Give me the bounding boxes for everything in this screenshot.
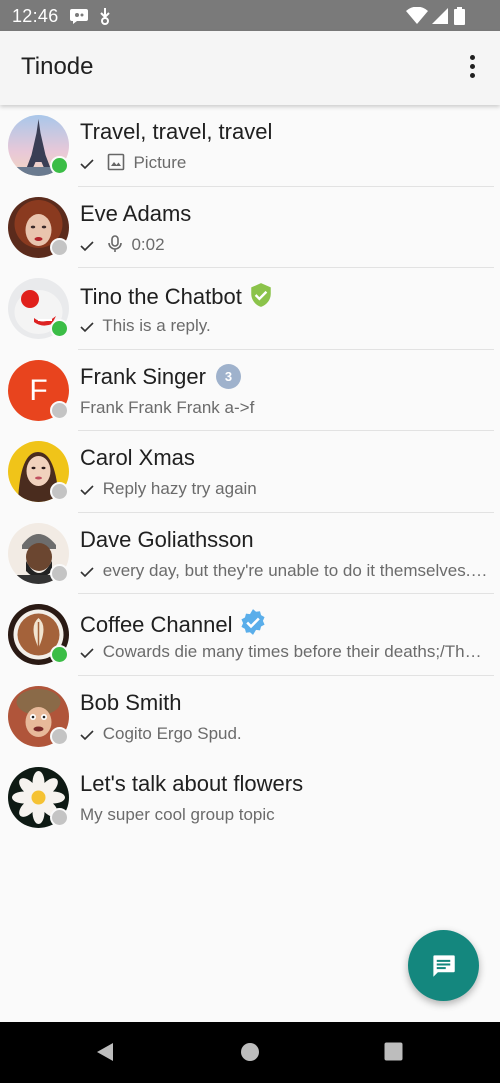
more-vert-icon[interactable] xyxy=(462,53,482,83)
wifi-icon xyxy=(406,6,428,30)
signal-icon xyxy=(431,7,449,30)
new-message-button[interactable] xyxy=(408,930,479,1001)
new-message-icon xyxy=(433,955,455,977)
chat-name-text: Coffee Channel xyxy=(80,612,233,637)
chat-preview: My super cool group topic xyxy=(80,805,488,825)
battery-icon xyxy=(454,7,465,30)
back-icon[interactable] xyxy=(95,1042,115,1067)
unread-count-badge: 3 xyxy=(215,363,241,389)
chat-name-text: Tino the Chatbot xyxy=(80,284,242,309)
chat-row-coffee-channel[interactable]: Coffee Channel Cowards die many times be… xyxy=(0,594,500,676)
chat-row-eve-adams[interactable]: Eve Adams 0:02 xyxy=(0,187,500,268)
status-time: 12:46 xyxy=(12,6,59,26)
chat-row-frank-singer[interactable]: F Frank Singer 3 Frank Frank Frank a->f xyxy=(0,350,500,431)
chat-preview: Frank Frank Frank a->f xyxy=(80,398,488,418)
chat-preview: 0:02 xyxy=(80,235,488,258)
app-title: Tinode xyxy=(21,53,94,80)
presence-online-dot xyxy=(50,319,69,338)
preview-text: Cowards die many times before their deat… xyxy=(102,642,488,661)
preview-text: every day, but they're unable to do it t… xyxy=(102,560,488,580)
preview-text: My super cool group topic xyxy=(80,805,275,824)
presence-offline-dot xyxy=(50,482,69,501)
chat-row-dave-goliathsson[interactable]: Dave Goliathsson every day, but they're … xyxy=(0,513,500,594)
chat-name: Bob Smith xyxy=(80,689,182,715)
chat-preview: Cowards die many times before their deat… xyxy=(80,642,488,665)
preview-text: Reply hazy try again xyxy=(102,479,257,498)
presence-offline-dot xyxy=(50,726,69,746)
chat-name: Coffee Channel xyxy=(80,608,267,642)
app-bar: Tinode xyxy=(0,31,500,105)
chat-name-text: Frank Singer xyxy=(80,363,206,389)
read-check-icon xyxy=(80,564,94,584)
chat-notification-icon xyxy=(69,7,89,30)
status-bar: 12:46 xyxy=(0,0,500,31)
chat-row-travel[interactable]: Travel, travel, travel Picture xyxy=(0,105,500,187)
preview-text: Picture xyxy=(133,153,187,172)
preview-text: Frank Frank Frank a->f xyxy=(80,397,255,417)
image-icon xyxy=(107,153,125,176)
chat-name: Carol Xmas xyxy=(80,445,195,470)
presence-offline-dot xyxy=(50,237,69,257)
read-check-icon xyxy=(80,482,94,502)
chat-preview: Cogito Ergo Spud. xyxy=(80,724,488,747)
verified-shield-icon xyxy=(248,282,274,314)
preview-text: This is a reply. xyxy=(102,316,211,335)
chat-row-flowers-group[interactable]: Let's talk about flowers My super cool g… xyxy=(0,757,500,839)
chat-name: Eve Adams xyxy=(80,200,192,226)
chat-name: Frank Singer 3 xyxy=(80,363,241,390)
verified-blue-icon xyxy=(239,608,267,642)
read-check-icon xyxy=(80,319,94,339)
presence-offline-dot xyxy=(50,563,69,583)
read-check-icon xyxy=(80,645,94,665)
chat-name: Tino the Chatbot xyxy=(80,282,274,314)
presence-offline-dot xyxy=(50,400,69,420)
mic-icon xyxy=(107,234,123,258)
system-nav-bar xyxy=(0,1022,500,1083)
presence-online-dot xyxy=(50,156,69,175)
chat-row-bob-smith[interactable]: Bob Smith Cogito Ergo Spud. xyxy=(0,676,500,758)
chat-preview: Picture xyxy=(80,153,488,176)
read-check-icon xyxy=(80,727,94,747)
chat-name: Travel, travel, travel xyxy=(80,119,273,144)
chat-name: Let's talk about flowers xyxy=(80,771,304,796)
read-check-icon xyxy=(80,238,94,258)
home-icon[interactable] xyxy=(240,1042,260,1067)
preview-text: Cogito Ergo Spud. xyxy=(102,723,242,743)
chat-row-tino-chatbot[interactable]: Tino the Chatbot This is a reply. xyxy=(0,268,500,350)
chat-preview: This is a reply. xyxy=(80,316,488,339)
chat-row-carol-xmas[interactable]: Carol Xmas Reply hazy try again xyxy=(0,431,500,513)
preview-text: 0:02 xyxy=(131,234,165,254)
read-check-icon xyxy=(80,156,94,176)
presence-online-dot xyxy=(50,645,69,664)
chat-preview: every day, but they're unable to do it t… xyxy=(80,561,488,584)
chat-preview: Reply hazy try again xyxy=(80,479,488,502)
presence-offline-dot xyxy=(50,808,69,827)
chat-list: Travel, travel, travel Picture Eve Adams… xyxy=(0,105,500,839)
chat-name: Dave Goliathsson xyxy=(80,526,254,552)
recents-icon[interactable] xyxy=(384,1042,403,1066)
download-icon xyxy=(98,7,112,30)
